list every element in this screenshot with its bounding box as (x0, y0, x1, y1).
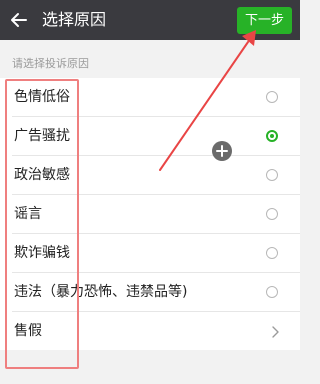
radio-button[interactable] (266, 91, 278, 103)
radio-button[interactable] (266, 169, 278, 181)
plus-icon[interactable] (212, 141, 232, 161)
annotation-highlight-box (5, 79, 79, 369)
radio-button[interactable] (266, 247, 278, 259)
back-arrow-icon[interactable] (8, 9, 30, 31)
radio-button[interactable] (266, 208, 278, 220)
chevron-right-icon (272, 326, 279, 338)
top-bar: 选择原因 下一步 (0, 0, 300, 40)
radio-button-selected[interactable] (266, 130, 278, 142)
section-hint: 请选择投诉原因 (12, 57, 89, 70)
next-step-button[interactable]: 下一步 (237, 7, 292, 34)
page-title: 选择原因 (42, 10, 107, 29)
radio-button[interactable] (266, 286, 278, 298)
